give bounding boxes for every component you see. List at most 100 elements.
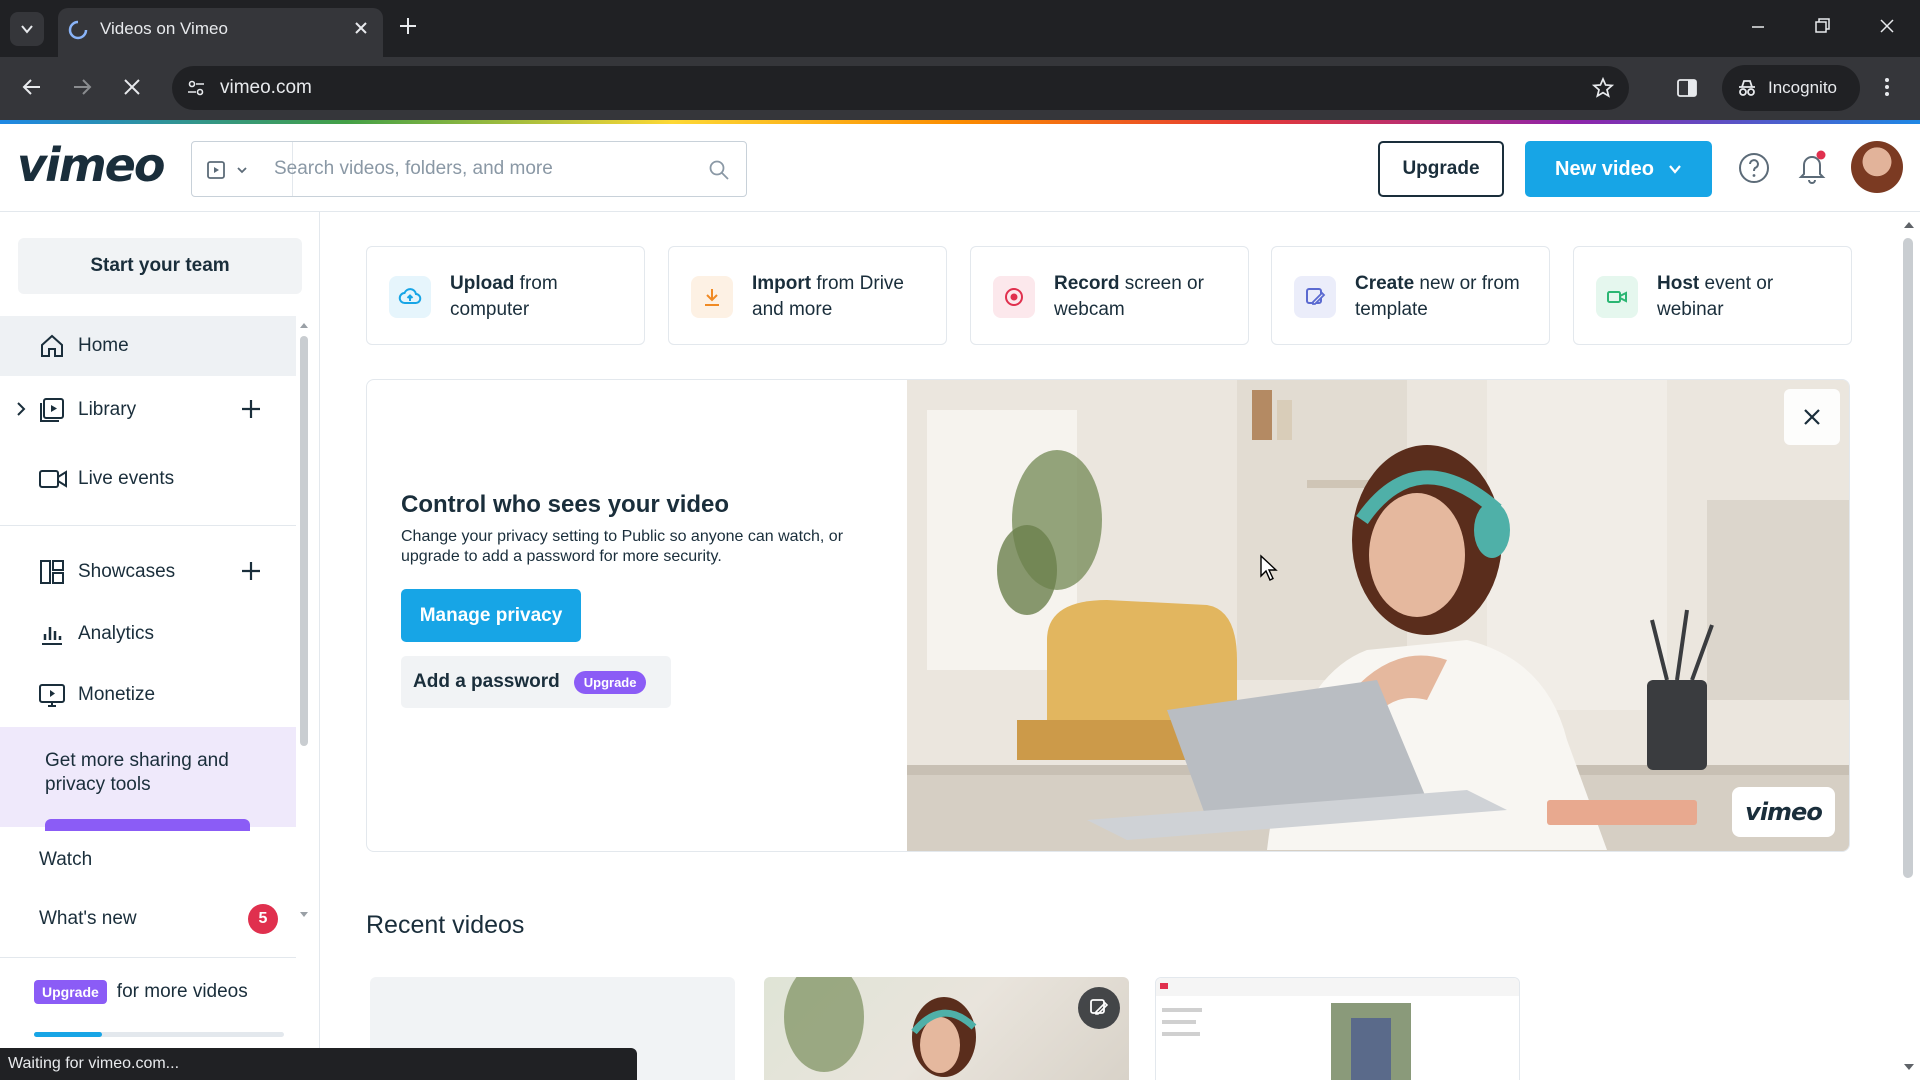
sidebar-scrollbar[interactable] (298, 320, 310, 917)
recent-videos-title: Recent videos (366, 911, 525, 939)
scroll-up-icon[interactable] (298, 320, 310, 330)
user-avatar[interactable] (1851, 141, 1903, 193)
manage-privacy-button[interactable]: Manage privacy (401, 589, 581, 642)
start-team-button[interactable]: Start your team (18, 238, 302, 294)
quick-action-text: Record screen or webcam (1054, 273, 1204, 320)
edit-icon (1090, 999, 1109, 1015)
url-text: vimeo.com (220, 77, 312, 98)
back-arrow-icon[interactable] (20, 75, 44, 99)
minimize-icon[interactable] (1748, 16, 1768, 36)
quick-action-record[interactable]: Record screen or webcam (970, 246, 1249, 345)
sidebar-promo[interactable]: Get more sharing and privacy tools (0, 727, 296, 831)
browser-tab-bar: Videos on Vimeo (0, 0, 1920, 57)
add-showcase-icon[interactable] (238, 558, 264, 584)
sidebar-link-watch[interactable]: Watch (39, 849, 92, 871)
sidebar-item-showcases[interactable]: Showcases (0, 542, 296, 602)
scroll-up-icon[interactable] (1898, 218, 1920, 232)
video-thumbnail-image (784, 977, 977, 1077)
host-camera-icon (1596, 276, 1638, 318)
site-settings-icon[interactable] (186, 78, 206, 98)
bookmark-star-icon[interactable] (1591, 76, 1615, 100)
incognito-icon (1739, 80, 1755, 96)
tab-search-button[interactable] (10, 12, 44, 46)
browser-menu-icon[interactable] (1880, 75, 1894, 99)
upgrade-pill: Upgrade (34, 980, 107, 1004)
scroll-down-icon[interactable] (1898, 1060, 1920, 1074)
sidebar-item-library[interactable]: Library (0, 380, 296, 440)
browser-toolbar: vimeo.com Incognito (0, 57, 1920, 120)
storage-usage-fill (34, 1032, 102, 1037)
quick-action-text: Import from Drive and more (752, 273, 905, 320)
add-library-icon[interactable] (238, 396, 264, 422)
help-icon[interactable] (1738, 152, 1770, 184)
main-scrollbar-thumb[interactable] (1903, 238, 1913, 878)
chevron-right-icon[interactable] (14, 401, 28, 417)
video-thumbnail-image (1156, 978, 1519, 1080)
sidebar-item-live-events[interactable]: Live events (0, 449, 296, 509)
sidebar-item-label: Live events (78, 468, 175, 489)
chevron-down-icon (1669, 165, 1681, 174)
add-password-button[interactable]: Add a password Upgrade (401, 656, 671, 708)
search-icon[interactable] (708, 159, 730, 181)
side-panel-icon[interactable] (1676, 77, 1698, 99)
vimeo-logo[interactable]: vimeo (17, 138, 165, 192)
sidebar-item-analytics[interactable]: Analytics (0, 604, 296, 664)
download-icon (691, 276, 733, 318)
notifications-bell-icon[interactable] (1796, 150, 1828, 184)
monetize-icon (39, 684, 65, 707)
stop-loading-icon[interactable] (120, 75, 144, 99)
promo-cta-button[interactable] (45, 819, 250, 831)
sidebar-item-home[interactable]: Home (0, 316, 296, 376)
sidebar-item-label: Home (78, 335, 129, 356)
new-video-button[interactable]: New video (1525, 141, 1712, 197)
sidebar-item-label: Showcases (78, 561, 176, 582)
search-input[interactable] (274, 142, 674, 196)
showcases-icon (40, 560, 64, 584)
video-thumbnail[interactable] (1155, 977, 1520, 1080)
sidebar-item-label: Monetize (78, 684, 156, 705)
restore-icon[interactable] (1812, 16, 1832, 36)
privacy-title: Control who sees your video (401, 491, 730, 518)
close-window-icon[interactable] (1877, 16, 1897, 36)
sidebar-divider (0, 957, 296, 958)
hero-vimeo-logo: vimeo (1732, 787, 1835, 837)
tab-title: Videos on Vimeo (100, 19, 228, 38)
search-box (191, 141, 747, 197)
edit-video-button[interactable] (1078, 987, 1120, 1029)
upgrade-pill: Upgrade (573, 670, 647, 694)
quick-action-import[interactable]: Import from Drive and more (668, 246, 947, 345)
upgrade-button[interactable]: Upgrade (1378, 141, 1504, 197)
main-scrollbar[interactable] (1898, 212, 1920, 1080)
quick-action-create[interactable]: Create new or from template (1271, 246, 1550, 345)
sidebar-link-whats-new[interactable]: What's new (39, 908, 137, 930)
chevron-down-icon (237, 167, 247, 174)
sidebar-item-monetize[interactable]: Monetize (0, 665, 296, 725)
quick-action-host[interactable]: Host event or webinar (1573, 246, 1852, 345)
browser-tab[interactable]: Videos on Vimeo (58, 8, 383, 57)
browser-status-bar: Waiting for vimeo.com... (0, 1048, 637, 1080)
upgrade-text: for more videos (116, 981, 248, 1002)
hero-illustration (907, 380, 1849, 851)
sidebar-scrollbar-thumb[interactable] (300, 336, 308, 746)
quick-action-upload[interactable]: Upload from computer (366, 246, 645, 345)
mouse-cursor-icon (1260, 554, 1278, 581)
video-thumbnail[interactable] (764, 977, 1129, 1080)
video-library-icon (207, 161, 225, 179)
incognito-label: Incognito (1768, 78, 1837, 97)
quick-action-text: Host event or webinar (1657, 273, 1774, 320)
address-bar[interactable]: vimeo.com (172, 66, 1629, 110)
incognito-indicator[interactable]: Incognito (1722, 65, 1860, 111)
loading-spinner-icon (68, 20, 88, 40)
forward-arrow-icon[interactable] (70, 75, 94, 99)
upload-cloud-icon (389, 276, 431, 318)
sidebar-upgrade-link[interactable]: Upgrade for more videos (34, 980, 248, 1004)
storage-usage-bar (34, 1032, 284, 1037)
close-promo-button[interactable] (1784, 389, 1840, 445)
record-icon (993, 276, 1035, 318)
close-tab-icon[interactable] (351, 18, 371, 38)
site-header: vimeo Upgrade New video (0, 124, 1920, 212)
sidebar-item-label: Library (78, 399, 137, 420)
new-tab-icon[interactable] (396, 14, 420, 38)
scroll-down-icon[interactable] (298, 910, 310, 920)
create-icon (1294, 276, 1336, 318)
